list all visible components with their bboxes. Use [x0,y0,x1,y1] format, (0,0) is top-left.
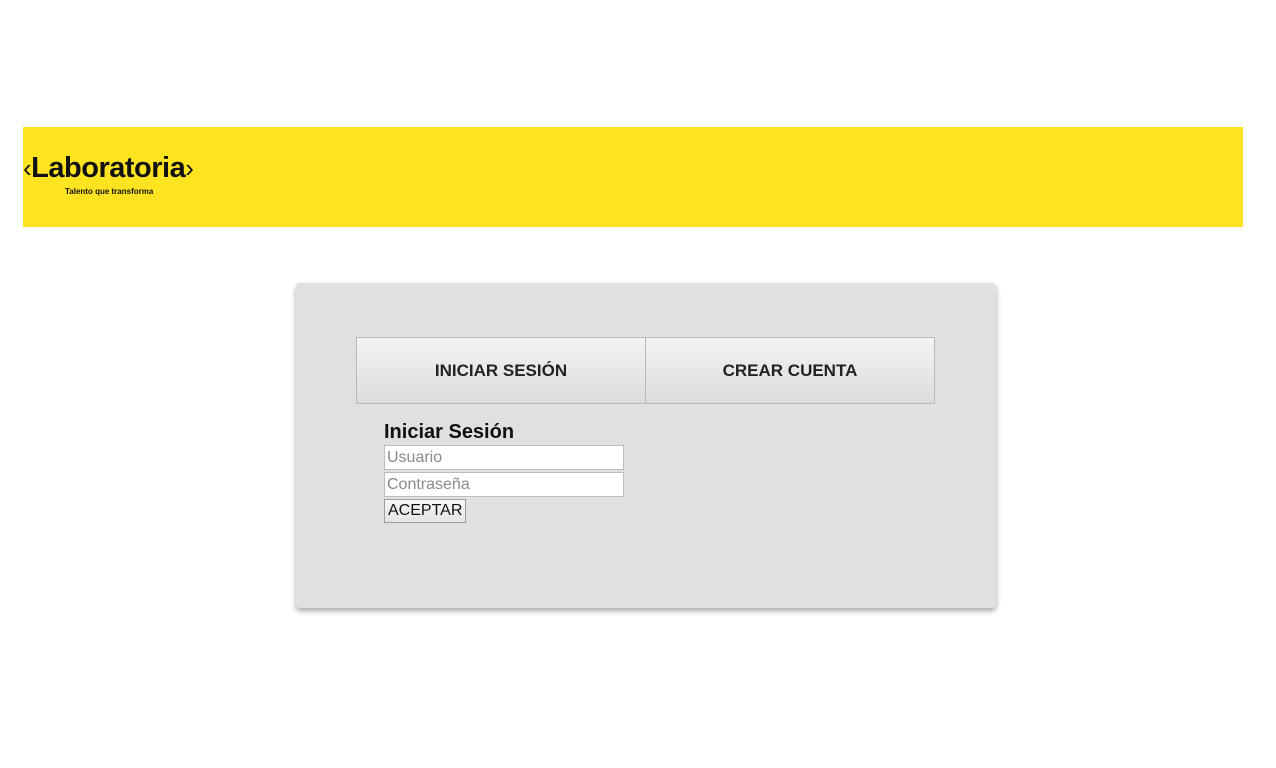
tab-create-account[interactable]: CREAR CUENTA [646,337,935,404]
accept-button[interactable]: ACEPTAR [384,499,467,523]
logo-left-bracket: ‹ [23,153,32,183]
auth-tabs: INICIAR SESIÓN CREAR CUENTA [356,337,937,404]
username-input[interactable] [384,445,624,470]
logo-wordmark: ‹Laboratoria› [23,151,194,185]
login-form-title: Iniciar Sesión [384,421,515,443]
logo-name: Laboratoria [31,152,186,184]
tab-login[interactable]: INICIAR SESIÓN [356,337,646,404]
laboratoria-logo[interactable]: ‹Laboratoria› Talento que transforma [23,151,263,201]
auth-card: INICIAR SESIÓN CREAR CUENTA Iniciar Sesi… [296,283,996,608]
logo-right-bracket: › [185,153,194,183]
password-input[interactable] [384,472,624,497]
site-header: ‹Laboratoria› Talento que transforma [23,127,1243,227]
logo-tagline: Talento que transforma [65,187,154,196]
login-form: Iniciar Sesión ACEPTAR [384,419,644,523]
